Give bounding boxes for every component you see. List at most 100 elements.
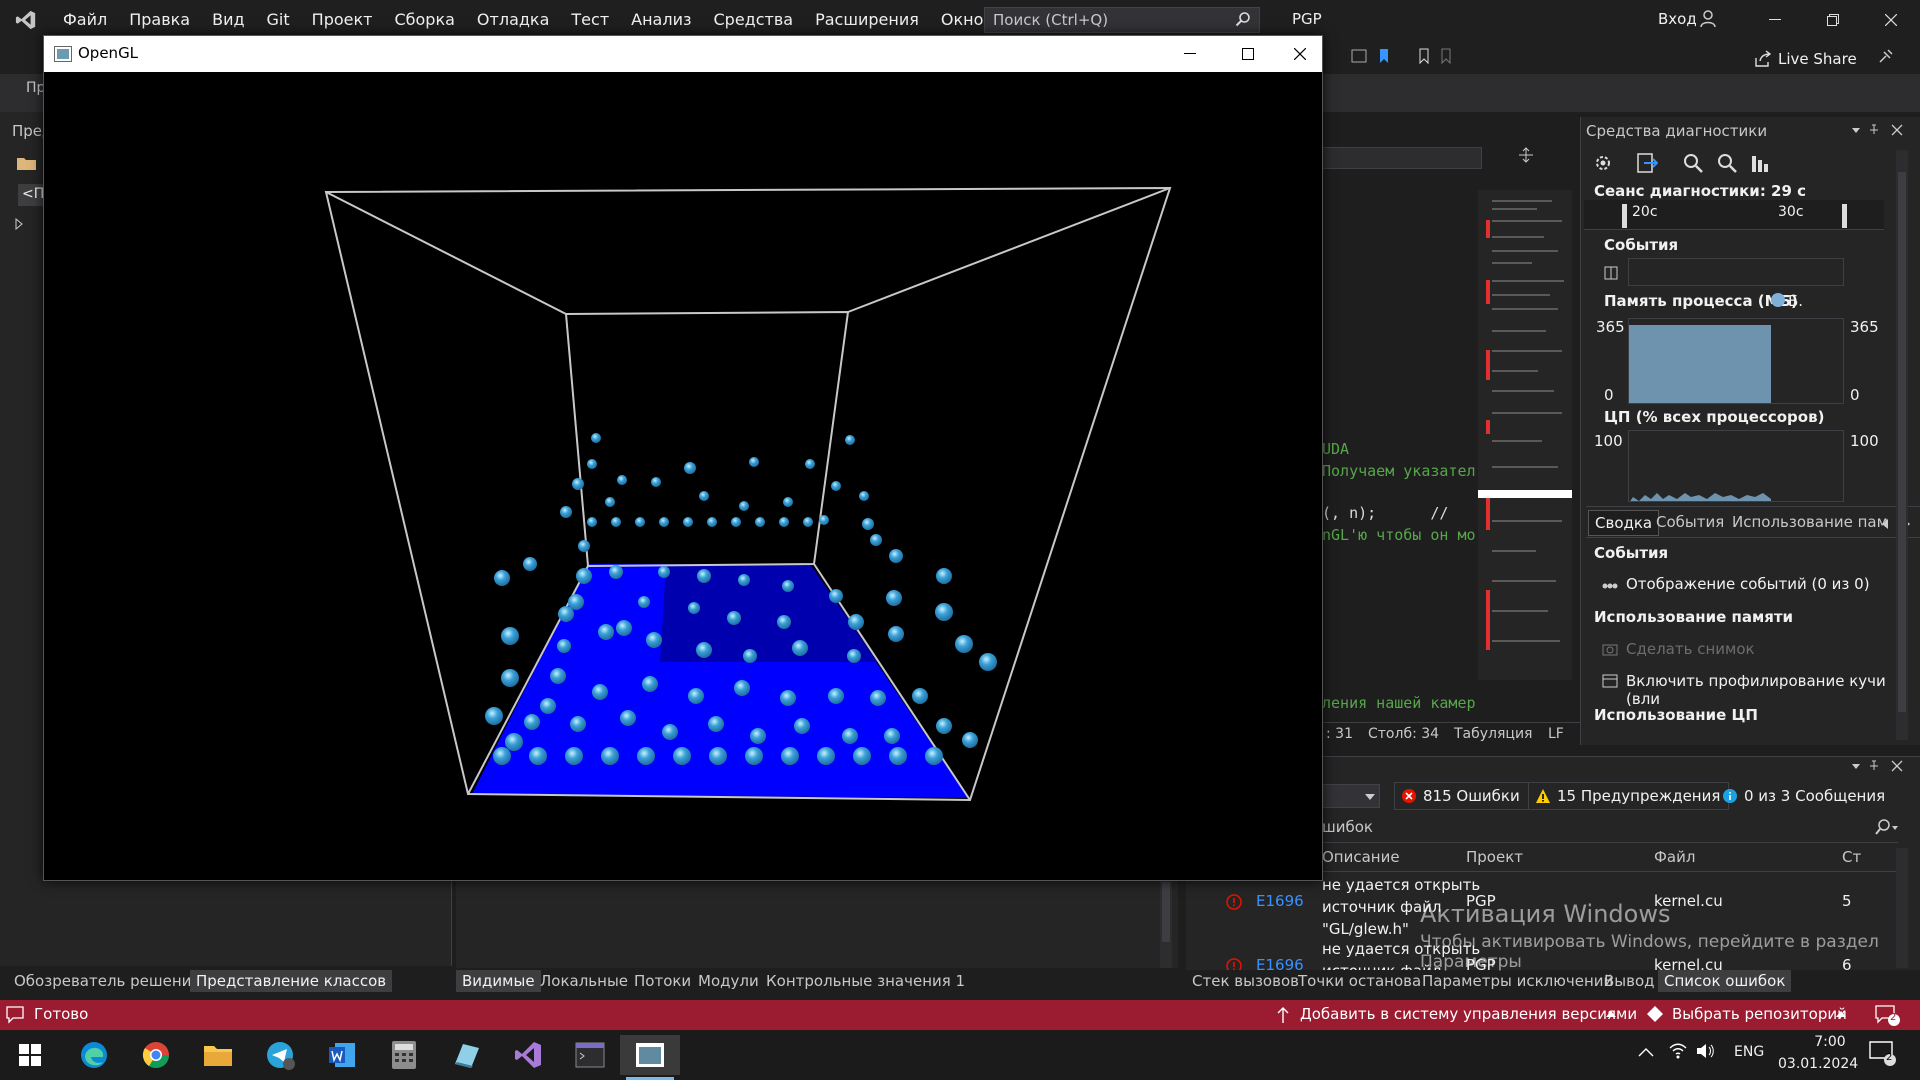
menu-file[interactable]: Файл [52,0,118,40]
menu-tools[interactable]: Средства [702,0,804,40]
tab-autos[interactable]: Видимые [456,970,541,992]
error-code[interactable]: E1696 [1256,954,1304,970]
tab-class-view[interactable]: Представление классов [190,970,393,992]
add-to-source-control[interactable]: Добавить в систему управления версиями [1300,1005,1637,1023]
notifications-button[interactable]: 2 [1874,1004,1900,1026]
notes-app-icon[interactable] [446,1035,486,1075]
edge-icon[interactable] [74,1035,114,1075]
memory-section-label[interactable]: Память процесса (МБ) [1604,292,1798,310]
opengl-canvas[interactable] [44,72,1322,880]
file-explorer-icon[interactable] [198,1035,238,1075]
zoom-in-icon[interactable] [1682,152,1704,178]
telegram-icon[interactable] [260,1035,300,1075]
show-events-link[interactable]: Отображение событий (0 из 0) [1626,575,1870,593]
notification-center-button[interactable]: 2 [1868,1040,1898,1068]
minimize-icon[interactable] [1162,36,1218,72]
error-code[interactable]: E1696 [1256,890,1304,912]
events-section-label[interactable]: События [1604,236,1678,254]
search-input[interactable]: Поиск (Ctrl+Q) [984,7,1260,33]
split-editor-icon[interactable] [1518,147,1534,167]
tab-locals[interactable]: Локальные [534,970,634,992]
cpu-section-label[interactable]: ЦП (% всех процессоров) [1604,408,1824,426]
code-line[interactable]: ления нашей камер [1322,694,1476,712]
warnings-filter-button[interactable]: 15 Предупреждения [1528,782,1730,810]
live-share-button[interactable]: Live Share [1754,50,1857,68]
wifi-icon[interactable] [1668,1042,1688,1064]
tab-modules[interactable]: Модули [692,970,765,992]
watch-scrollbar[interactable] [1160,880,1172,968]
code-line[interactable]: Получаем указател [1322,462,1476,480]
cpu-graph[interactable] [1628,430,1844,502]
tab-breakpoints[interactable]: Точки останова [1292,970,1427,992]
code-line[interactable]: (, n); // [1322,504,1448,522]
events-track[interactable] [1628,258,1844,286]
column-description[interactable]: Описание [1322,848,1400,866]
bookmark-icon[interactable] [1350,47,1460,69]
reset-zoom-icon[interactable] [1750,152,1772,178]
minimap[interactable] [1478,190,1572,680]
menu-analyze[interactable]: Анализ [620,0,702,40]
panel-options-icons[interactable] [1852,124,1912,142]
opengl-titlebar[interactable]: OpenGL [44,36,1322,72]
menu-project[interactable]: Проект [301,0,384,40]
tab-watch-1[interactable]: Контрольные значения 1 [760,970,971,992]
calculator-icon[interactable] [384,1035,424,1075]
timeline-end-handle[interactable] [1842,204,1847,228]
start-windows-icon[interactable] [10,1035,50,1075]
code-line[interactable]: UDA [1322,440,1349,458]
opengl-window[interactable]: OpenGL [43,35,1323,881]
menu-debug[interactable]: Отладка [466,0,560,40]
terminal-icon[interactable] [570,1035,610,1075]
menu-git[interactable]: Git [256,0,301,40]
maximize-icon[interactable] [1220,36,1276,72]
memory-graph[interactable] [1628,318,1844,404]
column-file[interactable]: Файл [1654,848,1695,866]
visual-studio-icon[interactable] [508,1035,548,1075]
tab-memory-usage[interactable]: Использование пам [1726,510,1894,536]
tab-output[interactable]: Вывод [1598,970,1661,992]
word-icon[interactable] [322,1035,362,1075]
column-line[interactable]: Ст [1842,848,1861,866]
visual-studio-logo-icon[interactable] [0,0,52,40]
timeline-start-handle[interactable] [1622,204,1627,228]
particle-scene[interactable] [44,72,1322,880]
restore-icon[interactable] [1804,0,1862,40]
enable-heap-profiling-link[interactable]: Включить профилирование кучи (вли [1626,672,1920,708]
folder-icon[interactable] [16,154,38,176]
input-language[interactable]: ENG [1734,1044,1764,1060]
search-icon[interactable] [1874,818,1900,840]
menu-extensions[interactable]: Расширения [804,0,930,40]
messages-filter-button[interactable]: 0 из 3 Сообщения [1716,782,1893,810]
expand-chevron-icon[interactable] [14,216,24,234]
member-dropdown[interactable] [1322,147,1482,169]
tab-exception-settings[interactable]: Параметры исключений [1416,970,1619,992]
column-project[interactable]: Проект [1466,848,1523,866]
zoom-out-icon[interactable] [1716,152,1738,178]
tab-summary[interactable]: Сводка [1588,510,1660,536]
tab-error-list[interactable]: Список ошибок [1658,970,1792,992]
menu-build[interactable]: Сборка [383,0,465,40]
solution-scope-dropdown[interactable] [1322,784,1380,808]
diagnostics-scrollbar[interactable] [1896,150,1908,740]
tab-events[interactable]: События [1650,510,1730,536]
close-icon[interactable] [1278,36,1322,72]
opengl-window-taskbar-icon[interactable] [620,1035,680,1075]
code-line[interactable]: nGL'ю чтобы он мо [1322,526,1476,544]
errors-filter-button[interactable]: 815 Ошибки [1394,782,1529,810]
chrome-icon[interactable] [136,1035,176,1075]
tab-threads[interactable]: Потоки [628,970,697,992]
clock-date[interactable]: 03.01.2024 [1778,1056,1858,1072]
tray-chevron-icon[interactable] [1638,1044,1654,1062]
clock-time[interactable]: 7:00 [1800,1034,1860,1050]
signin-link[interactable]: Вход [1658,10,1697,28]
menu-test[interactable]: Тест [560,0,620,40]
panel-options-icons[interactable] [1852,760,1912,778]
tab-call-stack[interactable]: Стек вызовов [1186,970,1305,992]
select-repository[interactable]: Выбрать репозиторий [1672,1005,1847,1023]
menu-edit[interactable]: Правка [118,0,201,40]
indent-indicator[interactable]: Табуляция [1454,726,1532,742]
minimize-icon[interactable] [1746,0,1804,40]
error-list-search[interactable]: шибок [1322,818,1373,836]
user-icon[interactable] [1700,9,1718,33]
tab-solution-explorer[interactable]: Обозреватель решений [8,970,207,992]
